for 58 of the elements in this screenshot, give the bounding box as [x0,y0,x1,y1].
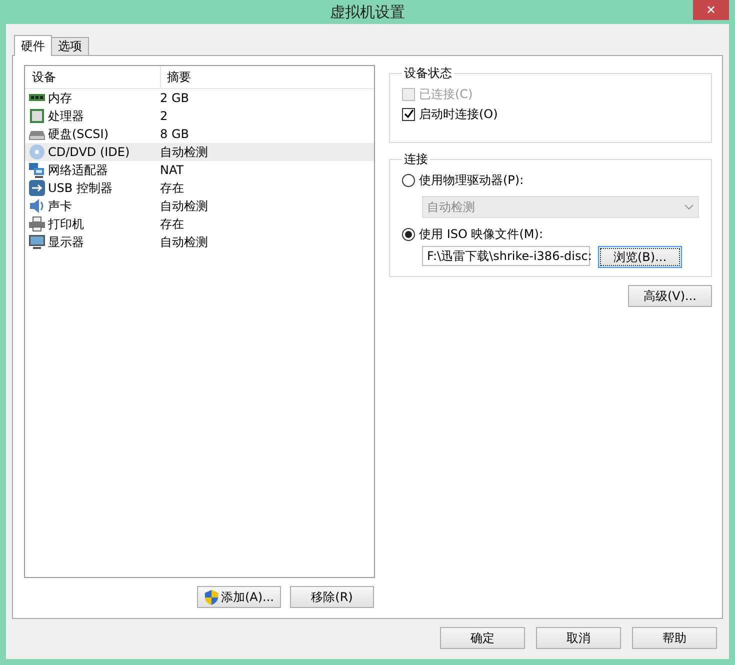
device-summary: 2 GB [160,91,189,105]
shield-icon [204,590,219,604]
device-name: 内存 [48,90,73,106]
network-icon [29,162,45,178]
device-summary: NAT [160,163,184,177]
device-name: USB 控制器 [48,180,114,196]
device-name: 显示器 [48,234,85,250]
checkbox-label: 启动时连接(O) [419,106,498,122]
checkbox-label: 已连接(C) [419,86,473,102]
radio-label: 使用 ISO 映像文件(M): [419,226,543,242]
add-button[interactable]: 添加(A)... [197,586,281,608]
device-summary: 存在 [160,216,184,232]
usb-icon [29,180,45,196]
speaker-icon [29,198,45,214]
device-row[interactable]: 处理器 2 [25,107,374,125]
column-header[interactable]: 设备 [25,66,161,88]
device-name: 网络适配器 [48,162,109,178]
tab[interactable]: 硬件 [14,35,52,56]
device-summary: 自动检测 [160,144,208,160]
device-row[interactable]: 声卡 自动检测 [25,197,374,215]
monitor-icon [29,234,45,250]
device-summary: 存在 [160,180,184,196]
checkbox[interactable] [402,108,415,120]
tab[interactable]: 选项 [51,37,89,55]
radio-button[interactable] [402,228,415,240]
disc-icon [29,144,45,160]
device-summary: 8 GB [160,127,189,141]
window-title: 虚拟机设置 [330,2,405,22]
device-summary: 自动检测 [160,198,208,214]
dialog-button[interactable]: 确定 [440,627,525,649]
radio-label: 使用物理驱动器(P): [419,172,524,188]
device-name: 硬盘(SCSI) [48,126,110,142]
device-name: CD/DVD (IDE) [48,145,131,159]
chip-icon [29,108,45,124]
device-row[interactable]: 硬盘(SCSI) 8 GB [25,125,374,143]
device-summary: 2 [160,109,168,123]
dialog-button[interactable]: 取消 [536,627,621,649]
device-row[interactable]: 网络适配器 NAT [25,161,374,179]
printer-icon [29,216,45,232]
device-row[interactable]: 打印机 存在 [25,215,374,233]
dialog-button[interactable]: 帮助 [632,627,717,649]
device-name: 处理器 [48,108,85,124]
device-row[interactable]: 内存 2 GB [25,89,374,107]
device-row[interactable]: 显示器 自动检测 [25,233,374,251]
close-button[interactable]: ✕ [693,0,729,20]
iso-path-dropdown[interactable]: F:\迅雷下载\shrike-i386-disc: [422,246,590,266]
advanced-button[interactable]: 高级(V)... [628,285,712,307]
browse-button[interactable]: 浏览(B)... [598,246,682,268]
group-title: 设备状态 [403,65,453,82]
device-summary: 自动检测 [160,234,208,250]
caret-icon [684,204,694,210]
group-title: 连接 [403,151,429,168]
remove-button[interactable]: 移除(R) [290,586,374,608]
device-row[interactable]: CD/DVD (IDE) 自动检测 [25,143,374,161]
column-header[interactable]: 摘要 [161,68,191,86]
device-row[interactable]: USB 控制器 存在 [25,179,374,197]
device-name: 声卡 [48,198,73,214]
device-name: 打印机 [48,216,85,232]
